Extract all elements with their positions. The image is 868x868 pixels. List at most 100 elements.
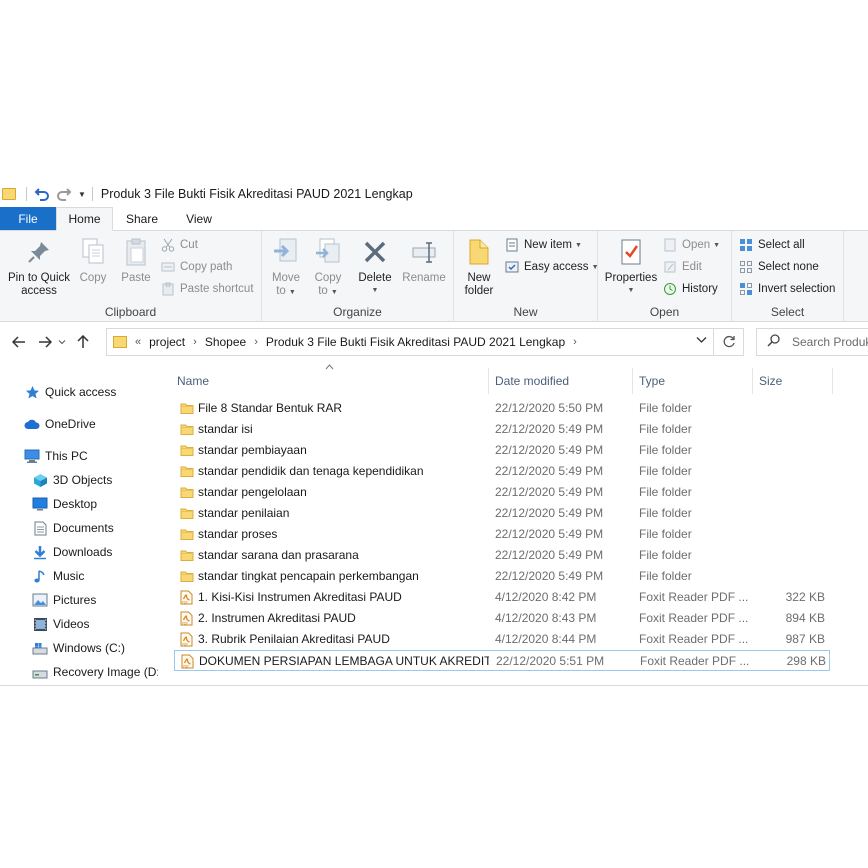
clipboard-group-label: Clipboard — [104, 305, 157, 319]
column-header-type[interactable]: Type — [631, 368, 753, 394]
history-button[interactable]: History — [662, 280, 718, 298]
open-button[interactable]: Open ▼ — [662, 236, 720, 254]
desktop-icon — [32, 496, 48, 512]
file-row[interactable]: PDF 2. Instrumen Akreditasi PAUD 4/12/2020… — [174, 608, 830, 629]
breadcrumb-chevron-icon[interactable]: › — [254, 336, 258, 348]
copy-button[interactable]: Copy — [74, 235, 112, 285]
pdf-file-icon: PDF — [181, 654, 195, 669]
breadcrumb-shopee[interactable]: Shopee — [205, 335, 246, 349]
pin-to-quick-access-button[interactable]: Pin to Quick access — [6, 235, 72, 297]
tab-view[interactable]: View — [171, 207, 227, 230]
file-type: Foxit Reader PDF ... — [639, 590, 749, 604]
file-name: standar sarana dan prasarana — [198, 548, 359, 562]
recent-locations-chevron-icon[interactable] — [56, 331, 68, 353]
breadcrumb-current-folder[interactable]: Produk 3 File Bukti Fisik Akreditasi PAU… — [266, 335, 565, 349]
select-all-button[interactable]: Select all — [738, 236, 805, 254]
file-row[interactable]: standar sarana dan prasarana 22/12/2020 5… — [174, 545, 830, 566]
sidebar-item-3d-objects[interactable]: 3D Objects — [32, 470, 112, 490]
file-row[interactable]: standar tingkat pencapain perkembangan 22… — [174, 566, 830, 587]
file-row[interactable]: standar pembiayaan 22/12/2020 5:49 PM File… — [174, 440, 830, 461]
file-row[interactable]: standar isi 22/12/2020 5:49 PM File folder — [174, 419, 830, 440]
new-group-label: New — [513, 305, 538, 319]
file-row[interactable]: File 8 Standar Bentuk RAR 22/12/2020 5:50… — [174, 398, 830, 419]
refresh-icon[interactable] — [713, 329, 743, 355]
sidebar-item-windows-c[interactable]: Windows (C:) — [32, 638, 125, 658]
easy-access-button[interactable]: Easy access ▼ — [504, 258, 599, 276]
file-list: Name Date modified Type Size File 8 Stan… — [160, 362, 868, 685]
back-arrow-icon[interactable] — [8, 331, 30, 353]
address-bar[interactable]: « project › Shopee › Produk 3 File Bukti… — [106, 328, 744, 356]
edit-button[interactable]: Edit — [662, 258, 702, 276]
tab-share[interactable]: Share — [113, 207, 171, 230]
quick-access-toolbar: ▼ — [0, 180, 97, 208]
download-icon — [32, 544, 48, 560]
address-dropdown-chevron-icon[interactable] — [696, 336, 707, 347]
select-group: Select all Select none Invert selection … — [732, 231, 844, 322]
toolbar-divider — [91, 187, 93, 201]
file-row[interactable]: standar proses 22/12/2020 5:49 PM File fol… — [174, 524, 830, 545]
file-row[interactable]: PDF 3. Rubrik Penilaian Akreditasi PAUD 4/… — [174, 629, 830, 650]
breadcrumb-overflow[interactable]: « — [135, 336, 141, 348]
sidebar-item-recovery-d[interactable]: Recovery Image (D:) — [32, 662, 158, 682]
rename-button[interactable]: Rename — [400, 235, 448, 285]
paste-shortcut-icon — [160, 281, 176, 297]
file-row[interactable]: PDF 1. Kisi-Kisi Instrumen Akreditasi PAU… — [174, 587, 830, 608]
invert-selection-button[interactable]: Invert selection — [738, 280, 835, 298]
search-box[interactable]: Search Produk — [756, 328, 868, 356]
cube-icon — [32, 472, 48, 488]
breadcrumb-chevron-icon[interactable]: › — [573, 336, 577, 348]
undo-icon[interactable] — [34, 186, 50, 202]
cut-button[interactable]: Cut — [160, 236, 198, 254]
sidebar-item-videos[interactable]: Videos — [32, 614, 89, 634]
up-arrow-icon[interactable] — [72, 331, 94, 353]
breadcrumb-project[interactable]: project — [149, 335, 185, 349]
file-name: standar pengelolaan — [198, 485, 307, 499]
column-header-name[interactable]: Name — [169, 368, 489, 394]
sidebar-item-onedrive[interactable]: OneDrive — [24, 414, 96, 434]
clipboard-group: Pin to Quick access Copy Paste Cut Copy … — [0, 231, 262, 322]
sidebar-item-pictures[interactable]: Pictures — [32, 590, 96, 610]
column-header-size[interactable]: Size — [751, 368, 833, 394]
file-name: DOKUMEN PERSIAPAN LEMBAGA UNTUK AKREDITA… — [199, 654, 489, 668]
paste-shortcut-button[interactable]: Paste shortcut — [160, 280, 254, 298]
customize-toolbar-dropdown[interactable]: ▼ — [78, 190, 86, 199]
tab-file[interactable]: File — [0, 207, 56, 230]
file-date-modified: 22/12/2020 5:49 PM — [495, 485, 604, 499]
sidebar-item-downloads[interactable]: Downloads — [32, 542, 112, 562]
file-size: 894 KB — [785, 611, 825, 625]
new-item-button[interactable]: New item ▼ — [504, 236, 582, 254]
delete-button[interactable]: Delete ▼ — [356, 235, 394, 297]
sidebar-item-this-pc[interactable]: This PC — [24, 446, 88, 466]
file-type: Foxit Reader PDF ... — [639, 611, 749, 625]
column-header-date-modified[interactable]: Date modified — [487, 368, 633, 394]
file-row[interactable]: standar pengelolaan 22/12/2020 5:49 PM Fil… — [174, 482, 830, 503]
organize-group: Move to ▼ Copy to ▼ Delete ▼ Rename Orga… — [262, 231, 454, 322]
new-folder-button[interactable]: New folder — [460, 235, 498, 297]
paste-button[interactable]: Paste — [116, 235, 156, 285]
file-type: File folder — [639, 548, 692, 562]
properties-button[interactable]: Properties ▼ — [602, 235, 660, 297]
select-none-button[interactable]: Select none — [738, 258, 819, 276]
file-row[interactable]: standar penilaian 22/12/2020 5:49 PM File … — [174, 503, 830, 524]
move-to-button[interactable]: Move to ▼ — [268, 235, 304, 299]
sidebar-item-quick-access[interactable]: Quick access — [24, 382, 116, 402]
file-row[interactable]: standar pendidik dan tenaga kependidikan… — [174, 461, 830, 482]
delete-x-icon — [359, 235, 391, 269]
file-row[interactable]: PDF DOKUMEN PERSIAPAN LEMBAGA UNTUK AKRED… — [174, 650, 830, 671]
copy-to-button[interactable]: Copy to ▼ — [310, 235, 346, 299]
sidebar-item-documents[interactable]: Documents — [32, 518, 114, 538]
select-all-icon — [738, 237, 754, 253]
forward-arrow-icon[interactable] — [34, 331, 56, 353]
redo-icon[interactable] — [56, 186, 72, 202]
file-date-modified: 4/12/2020 8:44 PM — [495, 632, 597, 646]
scissors-icon — [160, 237, 176, 253]
tab-home[interactable]: Home — [56, 207, 113, 231]
copy-path-button[interactable]: Copy path — [160, 258, 232, 276]
file-size: 987 KB — [785, 632, 825, 646]
navigation-bar: « project › Shopee › Produk 3 File Bukti… — [0, 322, 868, 362]
pdf-file-icon: PDF — [180, 611, 194, 626]
open-group-label: Open — [649, 305, 680, 319]
sidebar-item-music[interactable]: Music — [32, 566, 84, 586]
sidebar-item-desktop[interactable]: Desktop — [32, 494, 97, 514]
breadcrumb-chevron-icon[interactable]: › — [193, 336, 197, 348]
